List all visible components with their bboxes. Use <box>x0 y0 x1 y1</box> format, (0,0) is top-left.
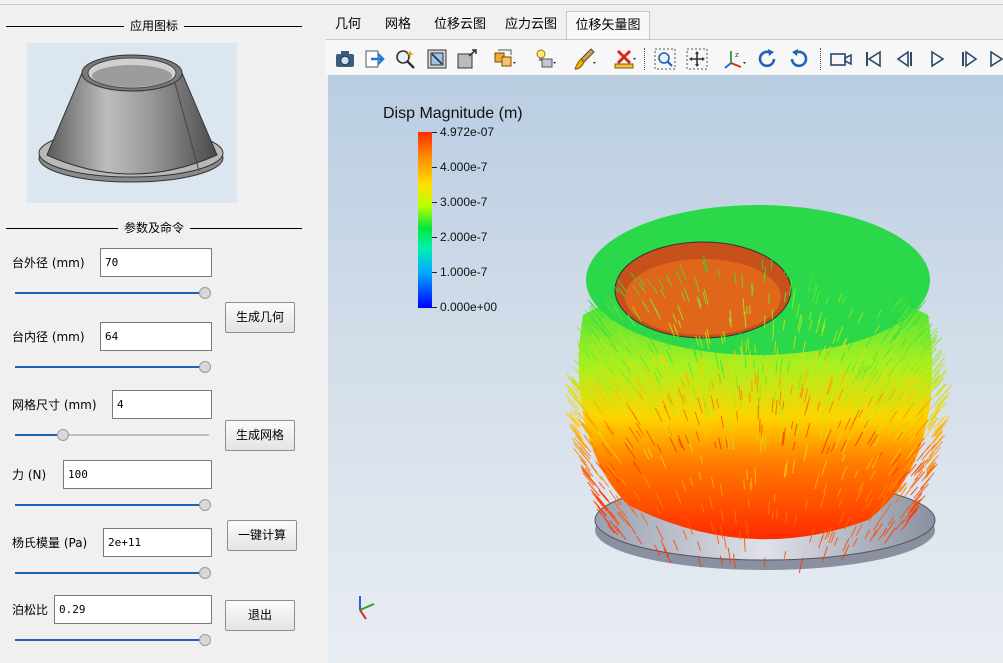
lighting-icon[interactable] <box>533 47 557 71</box>
box-3d-icon[interactable] <box>455 47 479 71</box>
prev-frame-icon[interactable] <box>893 47 917 71</box>
rotate-cw-icon[interactable] <box>755 47 779 71</box>
generate-mesh-button[interactable]: 生成网格 <box>225 420 295 451</box>
camera-icon[interactable] <box>333 47 357 71</box>
tab-geometry[interactable]: 几何 <box>326 11 370 39</box>
force-label: 力 (N) <box>12 468 47 482</box>
representation-icon[interactable] <box>493 47 517 71</box>
view-tabs: 几何 网格 位移云图 应力云图 位移矢量图 <box>326 5 1003 39</box>
zoom-box-icon[interactable] <box>653 47 677 71</box>
reset-view-icon[interactable] <box>425 47 449 71</box>
mesh-size-label: 网格尺寸 (mm) <box>12 398 97 412</box>
icon-group-title: 应用图标 <box>123 19 184 33</box>
poisson-ratio-slider[interactable] <box>15 634 211 646</box>
clear-icon[interactable] <box>613 47 637 71</box>
first-frame-icon[interactable] <box>861 47 885 71</box>
last-frame-icon[interactable] <box>986 47 1003 71</box>
poisson-ratio-label: 泊松比 <box>12 603 49 617</box>
displacement-vector-field <box>359 205 952 620</box>
export-icon[interactable] <box>363 47 387 71</box>
force-slider[interactable] <box>15 499 211 511</box>
zoom-pick-icon[interactable] <box>393 47 417 71</box>
app-icon-image <box>27 43 237 203</box>
outer-diameter-slider[interactable] <box>15 287 211 299</box>
tab-displacement-vector[interactable]: 位移矢量图 <box>566 11 650 39</box>
video-camera-icon[interactable] <box>829 47 853 71</box>
inner-diameter-slider[interactable] <box>15 361 211 373</box>
pan-icon[interactable] <box>685 47 709 71</box>
outer-diameter-input[interactable]: 70 <box>100 248 212 277</box>
app-window: 应用图标 参数及命令 台外径 (mm) 70 生成几何 台内径 (mm) 64 … <box>0 0 1003 663</box>
tab-stress-contour[interactable]: 应力云图 <box>498 11 564 39</box>
youngs-modulus-input[interactable]: 2e+11 <box>103 528 212 557</box>
render-viewport[interactable]: Disp Magnitude (m) 4.972e-07 4.000e-7 3.… <box>328 75 1003 663</box>
axes-icon[interactable]: z <box>723 47 747 71</box>
rotate-ccw-icon[interactable] <box>787 47 811 71</box>
tab-displacement-contour[interactable]: 位移云图 <box>426 11 494 39</box>
tab-mesh[interactable]: 网格 <box>374 11 422 39</box>
view-toolbar: z <box>326 39 1003 75</box>
next-frame-icon[interactable] <box>957 47 981 71</box>
outer-diameter-label: 台外径 (mm) <box>12 256 85 270</box>
inner-diameter-input[interactable]: 64 <box>100 322 212 351</box>
icon-group-header: 应用图标 <box>6 19 302 33</box>
params-group-title: 参数及命令 <box>117 221 190 235</box>
params-group-header: 参数及命令 <box>6 221 302 235</box>
play-icon[interactable] <box>925 47 949 71</box>
compute-button[interactable]: 一键计算 <box>227 520 297 551</box>
youngs-modulus-label: 杨氏模量 (Pa) <box>12 536 88 550</box>
svg-text:z: z <box>735 51 739 59</box>
brush-icon[interactable] <box>573 47 597 71</box>
generate-geometry-button[interactable]: 生成几何 <box>225 302 295 333</box>
inner-diameter-label: 台内径 (mm) <box>12 330 85 344</box>
youngs-modulus-slider[interactable] <box>15 567 211 579</box>
left-panel: 应用图标 参数及命令 台外径 (mm) 70 生成几何 台内径 (mm) 64 … <box>0 5 322 663</box>
mesh-size-input[interactable]: 4 <box>112 390 212 419</box>
mesh-size-slider[interactable] <box>15 429 209 441</box>
poisson-ratio-input[interactable]: 0.29 <box>54 595 212 624</box>
force-input[interactable]: 100 <box>63 460 212 489</box>
exit-button[interactable]: 退出 <box>225 600 295 631</box>
axes-triad <box>359 596 375 620</box>
